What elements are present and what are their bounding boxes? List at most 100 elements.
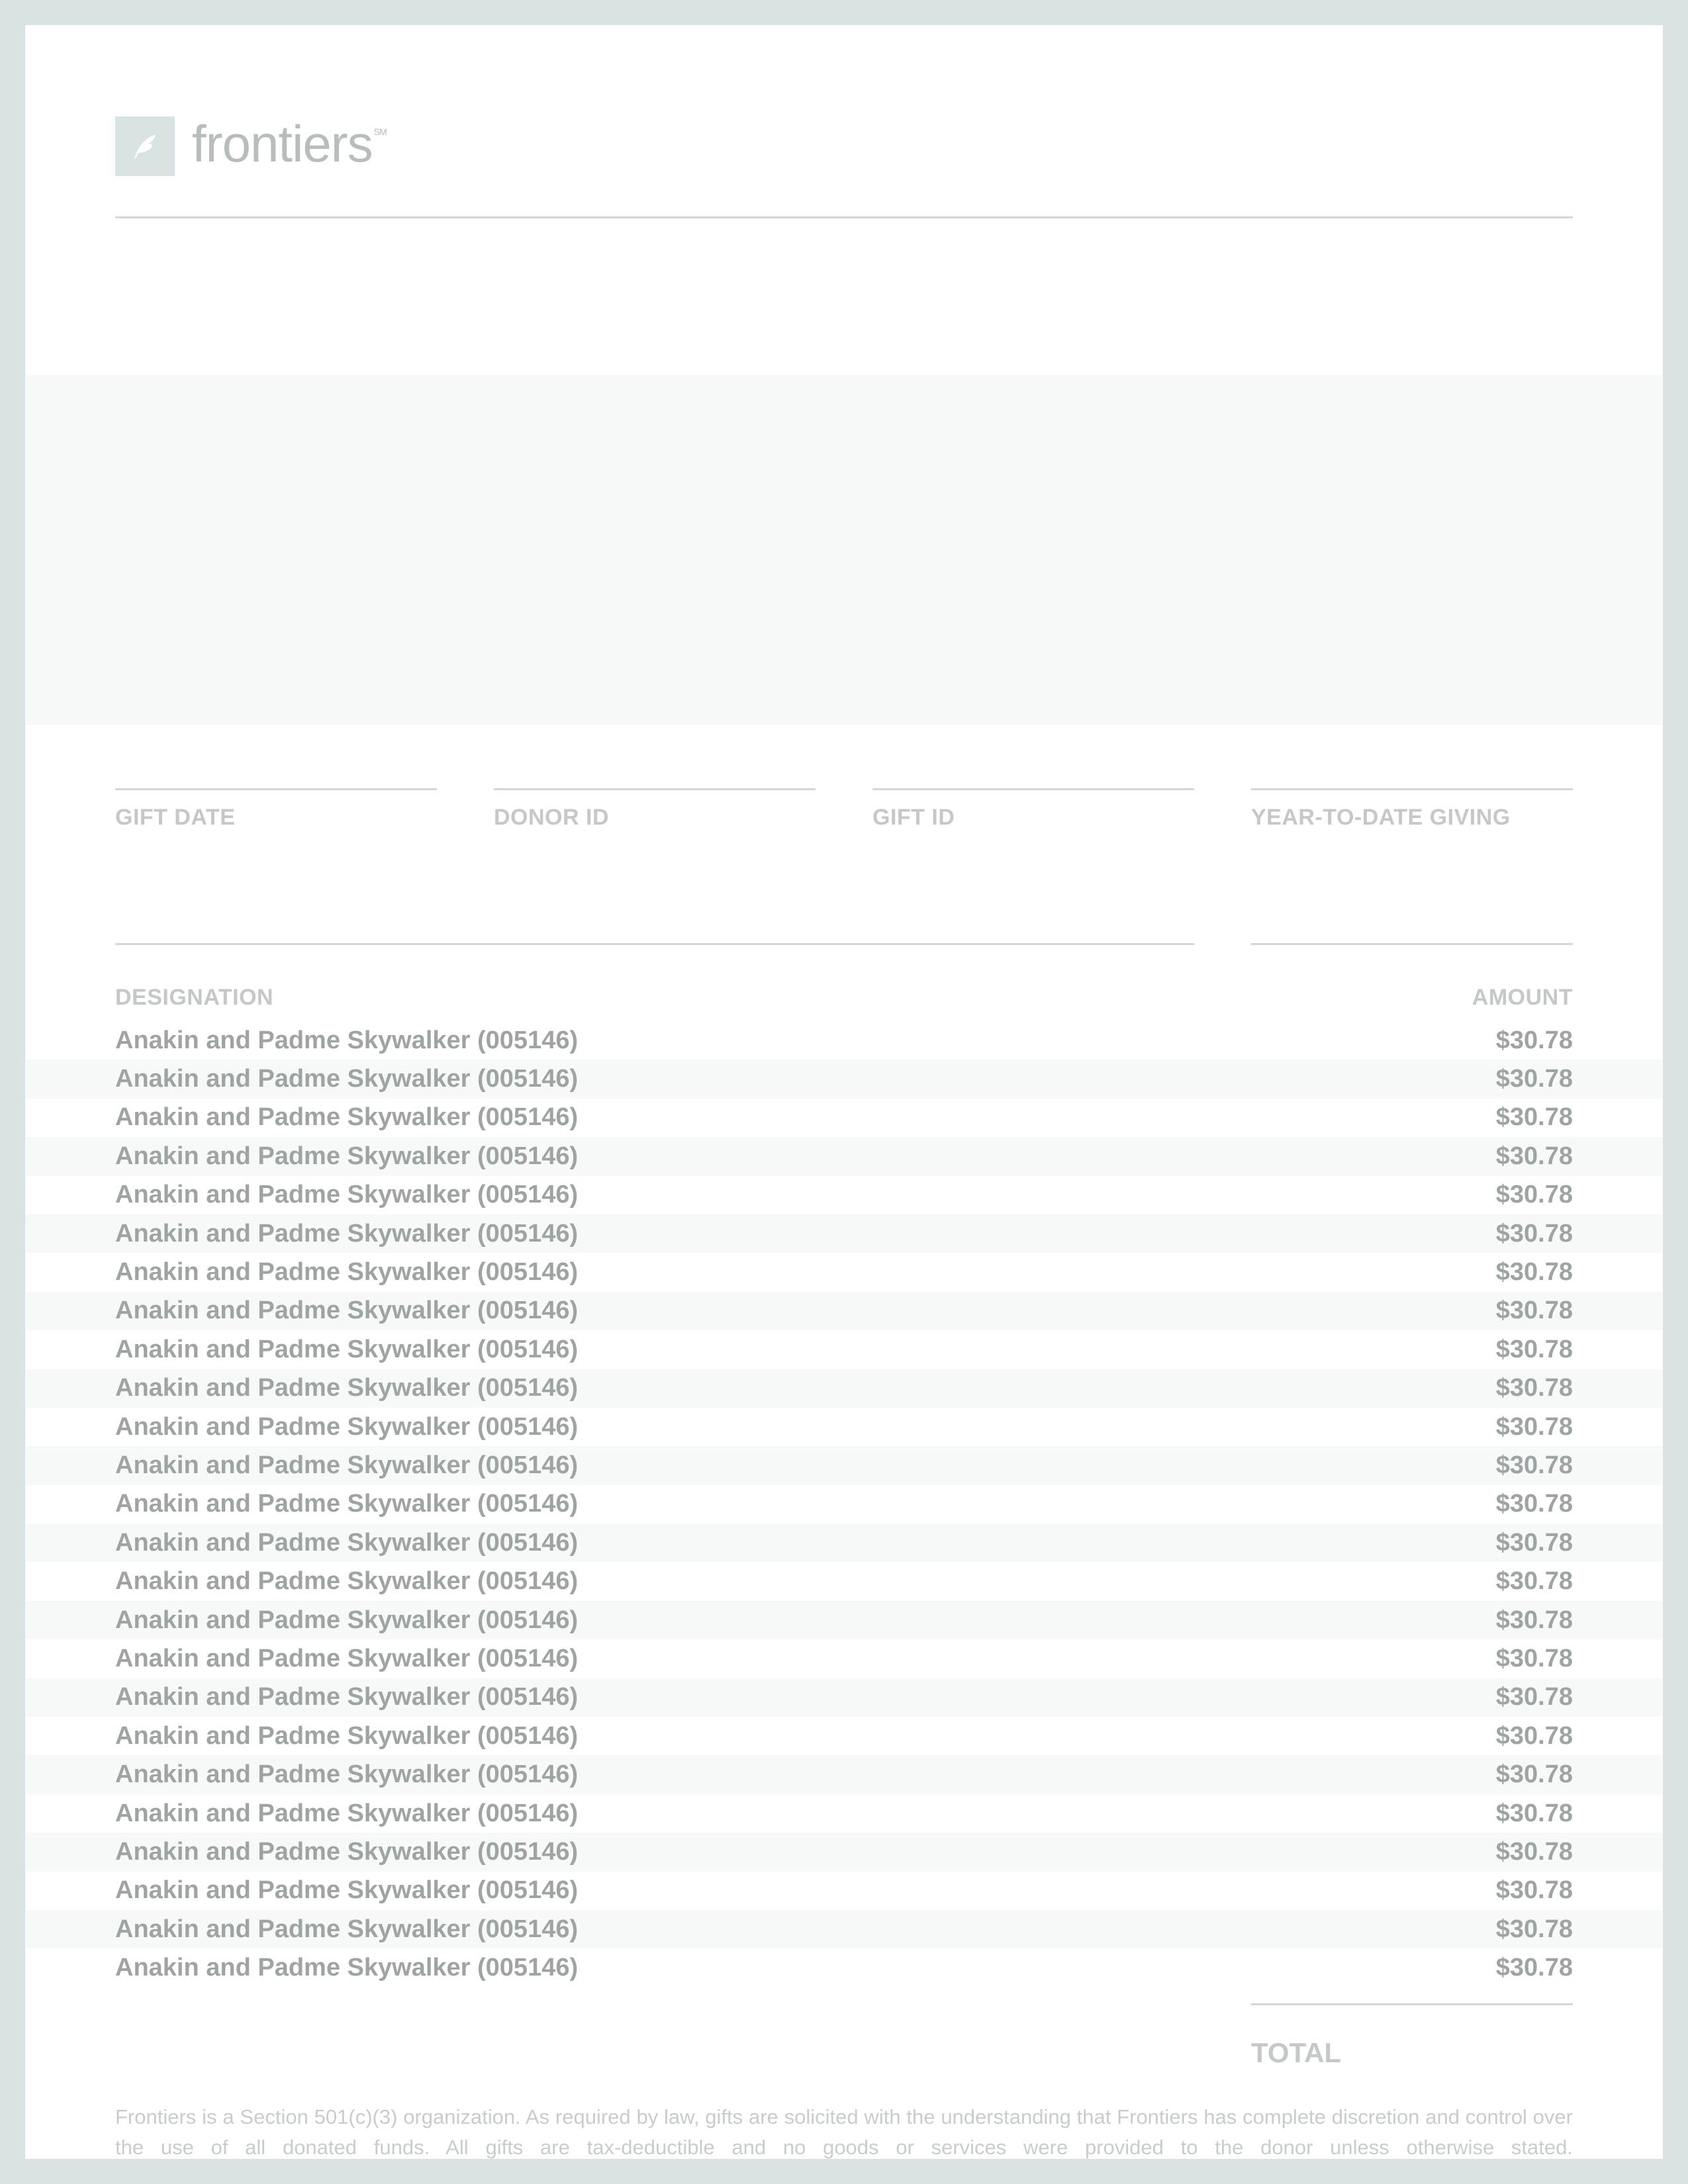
table-row: Anakin and Padme Skywalker (005146) $30.7… <box>25 1408 1663 1446</box>
table-row: Anakin and Padme Skywalker (005146) $30.7… <box>25 1794 1663 1833</box>
designation-cell: Anakin and Padme Skywalker (005146) <box>115 1297 579 1325</box>
amount-cell: $30.78 <box>1495 1297 1573 1325</box>
frontiers-logo: frontiers SM <box>115 116 387 176</box>
amount-cell: $30.78 <box>1495 1490 1573 1518</box>
table-row: Anakin and Padme Skywalker (005146) $30.7… <box>25 1330 1663 1369</box>
amount-divider <box>1251 943 1573 945</box>
designation-cell: Anakin and Padme Skywalker (005146) <box>115 1528 579 1557</box>
amount-cell: $30.78 <box>1495 1606 1573 1634</box>
amount-cell: $30.78 <box>1495 1954 1573 1982</box>
designation-cell: Anakin and Padme Skywalker (005146) <box>115 1683 579 1711</box>
table-row: Anakin and Padme Skywalker (005146) $30.7… <box>25 1639 1663 1678</box>
table-row: Anakin and Padme Skywalker (005146) $30.7… <box>25 1137 1663 1176</box>
donor-id-label: DONOR ID <box>494 805 609 830</box>
designation-cell: Anakin and Padme Skywalker (005146) <box>115 1567 579 1596</box>
designation-cell: Anakin and Padme Skywalker (005146) <box>115 1103 579 1132</box>
amount-cell: $30.78 <box>1495 1219 1573 1248</box>
amount-cell: $30.78 <box>1495 1065 1573 1093</box>
total-divider <box>1251 2003 1573 2005</box>
table-row: Anakin and Padme Skywalker (005146) $30.7… <box>25 1485 1663 1524</box>
amount-cell: $30.78 <box>1495 1644 1573 1672</box>
amount-cell: $30.78 <box>1495 1258 1573 1287</box>
table-row: Anakin and Padme Skywalker (005146) $30.7… <box>25 1755 1663 1794</box>
amount-header: AMOUNT <box>1472 985 1573 1010</box>
designation-cell: Anakin and Padme Skywalker (005146) <box>115 1335 579 1363</box>
gift-date-field: GIFT DATE <box>115 788 437 831</box>
field-rule <box>115 788 437 790</box>
designation-cell: Anakin and Padme Skywalker (005146) <box>115 1412 579 1441</box>
designation-cell: Anakin and Padme Skywalker (005146) <box>115 1760 579 1789</box>
designation-cell: Anakin and Padme Skywalker (005146) <box>115 1065 579 1093</box>
table-row: Anakin and Padme Skywalker (005146) $30.7… <box>25 1176 1663 1214</box>
designation-cell: Anakin and Padme Skywalker (005146) <box>115 1026 579 1054</box>
designation-cell: Anakin and Padme Skywalker (005146) <box>115 1451 579 1479</box>
table-row: Anakin and Padme Skywalker (005146) $30.7… <box>25 1833 1663 1872</box>
designation-divider <box>115 943 1194 945</box>
table-row: Anakin and Padme Skywalker (005146) $30.7… <box>25 1524 1663 1563</box>
amount-cell: $30.78 <box>1495 1026 1573 1054</box>
designation-cell: Anakin and Padme Skywalker (005146) <box>115 1606 579 1634</box>
gift-id-label: GIFT ID <box>872 805 955 830</box>
table-row: Anakin and Padme Skywalker (005146) $30.7… <box>25 1253 1663 1291</box>
amount-cell: $30.78 <box>1495 1412 1573 1441</box>
amount-cell: $30.78 <box>1495 1760 1573 1789</box>
designation-cell: Anakin and Padme Skywalker (005146) <box>115 1876 579 1905</box>
designation-cell: Anakin and Padme Skywalker (005146) <box>115 1954 579 1982</box>
table-row: Anakin and Padme Skywalker (005146) $30.7… <box>25 1948 1663 1987</box>
gift-id-field: GIFT ID <box>872 788 1194 831</box>
gift-date-label: GIFT DATE <box>115 805 236 830</box>
amount-cell: $30.78 <box>1495 1915 1573 1943</box>
table-row: Anakin and Padme Skywalker (005146) $30.7… <box>25 1214 1663 1253</box>
table-row: Anakin and Padme Skywalker (005146) $30.7… <box>25 1909 1663 1949</box>
donor-id-field: DONOR ID <box>494 788 816 831</box>
designation-cell: Anakin and Padme Skywalker (005146) <box>115 1644 579 1672</box>
table-row: Anakin and Padme Skywalker (005146) $30.7… <box>25 1099 1663 1137</box>
receipt-page: frontiers SM GIFT DATE DONOR ID GIFT ID Y… <box>25 25 1663 2159</box>
table-row: Anakin and Padme Skywalker (005146) $30.7… <box>25 1562 1663 1600</box>
designation-cell: Anakin and Padme Skywalker (005146) <box>115 1142 579 1170</box>
amount-cell: $30.78 <box>1495 1103 1573 1132</box>
header-divider <box>115 216 1573 218</box>
table-row: Anakin and Padme Skywalker (005146) $30.7… <box>25 1717 1663 1755</box>
designation-cell: Anakin and Padme Skywalker (005146) <box>115 1181 579 1209</box>
ytd-giving-field: YEAR-TO-DATE GIVING <box>1251 788 1573 831</box>
designation-cell: Anakin and Padme Skywalker (005146) <box>115 1219 579 1248</box>
amount-cell: $30.78 <box>1495 1567 1573 1596</box>
feather-icon <box>115 116 175 176</box>
amount-cell: $30.78 <box>1495 1683 1573 1711</box>
field-rule <box>872 788 1194 790</box>
gift-table: Anakin and Padme Skywalker (005146) $30.7… <box>25 1021 1663 1987</box>
legal-disclaimer: Frontiers is a Section 501(c)(3) organiz… <box>115 2105 1573 2159</box>
amount-cell: $30.78 <box>1495 1451 1573 1479</box>
amount-cell: $30.78 <box>1495 1876 1573 1905</box>
table-row: Anakin and Padme Skywalker (005146) $30.7… <box>25 1446 1663 1485</box>
table-row: Anakin and Padme Skywalker (005146) $30.7… <box>25 1600 1663 1640</box>
designation-cell: Anakin and Padme Skywalker (005146) <box>115 1837 579 1866</box>
amount-cell: $30.78 <box>1495 1837 1573 1866</box>
designation-cell: Anakin and Padme Skywalker (005146) <box>115 1915 579 1943</box>
amount-cell: $30.78 <box>1495 1799 1573 1827</box>
designation-cell: Anakin and Padme Skywalker (005146) <box>115 1490 579 1518</box>
amount-cell: $30.78 <box>1495 1721 1573 1750</box>
field-rule <box>494 788 816 790</box>
designation-header: DESIGNATION <box>115 985 274 1010</box>
table-row: Anakin and Padme Skywalker (005146) $30.7… <box>25 1060 1663 1099</box>
table-row: Anakin and Padme Skywalker (005146) $30.7… <box>25 1291 1663 1331</box>
amount-cell: $30.78 <box>1495 1335 1573 1363</box>
amount-cell: $30.78 <box>1495 1528 1573 1557</box>
ytd-giving-label: YEAR-TO-DATE GIVING <box>1251 805 1511 830</box>
field-rule <box>1251 788 1573 790</box>
table-row: Anakin and Padme Skywalker (005146) $30.7… <box>25 1872 1663 1910</box>
table-row: Anakin and Padme Skywalker (005146) $30.7… <box>25 1369 1663 1408</box>
logo-wordmark: frontiers SM <box>192 114 387 173</box>
service-mark: SM <box>373 126 387 137</box>
table-row: Anakin and Padme Skywalker (005146) $30.7… <box>25 1021 1663 1060</box>
total-label: TOTAL <box>1251 2037 1342 2068</box>
table-row: Anakin and Padme Skywalker (005146) $30.7… <box>25 1678 1663 1717</box>
amount-cell: $30.78 <box>1495 1142 1573 1170</box>
designation-cell: Anakin and Padme Skywalker (005146) <box>115 1721 579 1750</box>
designation-cell: Anakin and Padme Skywalker (005146) <box>115 1799 579 1827</box>
designation-cell: Anakin and Padme Skywalker (005146) <box>115 1374 579 1402</box>
amount-cell: $30.78 <box>1495 1374 1573 1402</box>
amount-cell: $30.78 <box>1495 1181 1573 1209</box>
